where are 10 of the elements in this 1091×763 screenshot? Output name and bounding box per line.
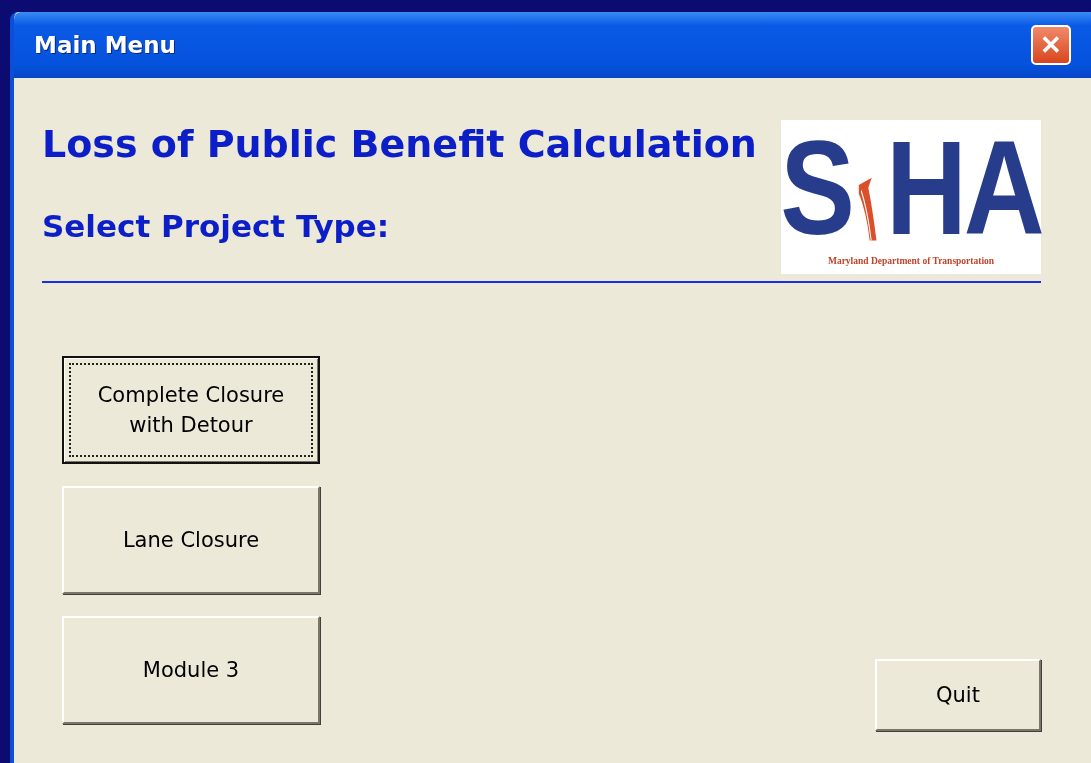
logo-caption: Maryland Department of Transportation xyxy=(827,256,995,266)
project-type-button[interactable]: Lane Closure xyxy=(62,486,320,594)
subheading: Select Project Type: xyxy=(42,208,391,244)
heading: Loss of Public Benefit Calculation xyxy=(42,124,757,164)
project-type-button[interactable]: Module 3 xyxy=(62,616,320,724)
window-title: Main Menu xyxy=(34,32,177,58)
project-type-button[interactable]: Complete Closure with Detour xyxy=(62,356,320,464)
logo-letter: S xyxy=(780,122,852,254)
logo-letters: HA xyxy=(885,122,1042,254)
quit-button[interactable]: Quit xyxy=(875,659,1041,731)
